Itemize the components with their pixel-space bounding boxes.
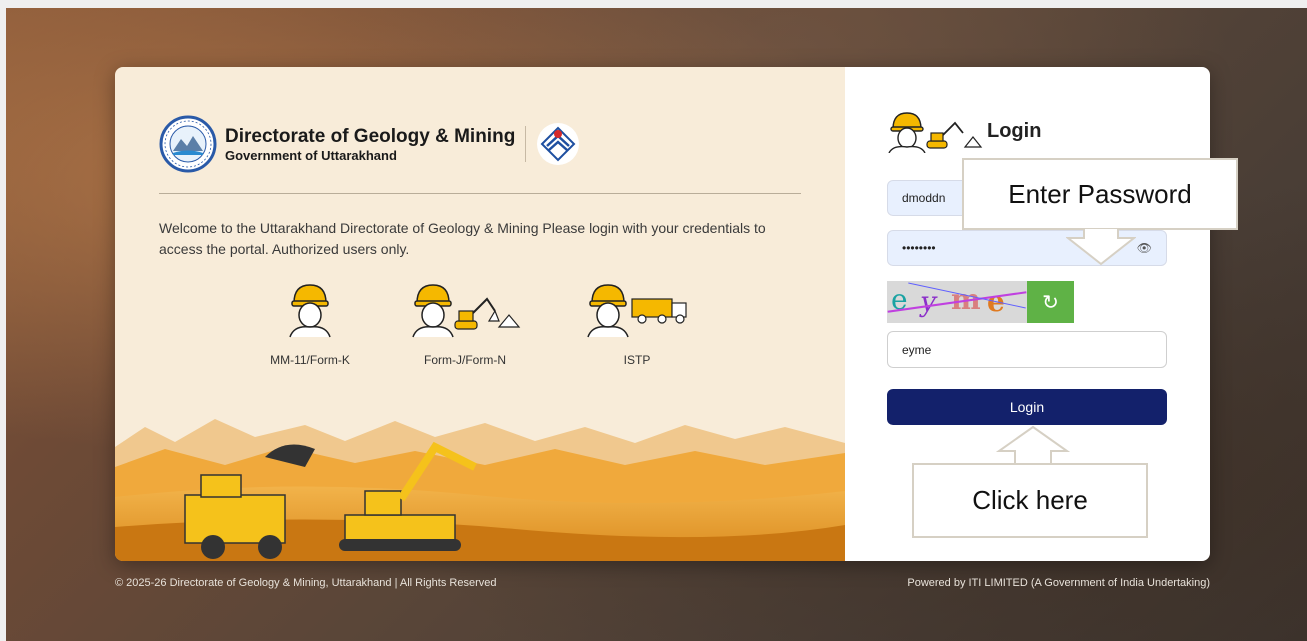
excavator-icon <box>412 284 521 338</box>
captcha-char: y <box>918 285 940 318</box>
login-header: Login <box>887 109 1041 153</box>
role-label: ISTP <box>623 353 651 367</box>
brand-separator <box>525 126 527 162</box>
password-value: •••••••• <box>902 241 936 255</box>
mining-scene-illustration <box>115 419 845 561</box>
captcha-image: e y m e <box>887 281 1027 323</box>
top-border <box>0 0 1307 8</box>
brand-title: Directorate of Geology & Mining <box>225 125 516 147</box>
captcha-input-value: eyme <box>902 342 932 357</box>
click-hint-callout: Click here <box>912 463 1148 538</box>
miner-helmet-icon <box>289 284 331 338</box>
brand-header: Directorate of Geology & Mining Governme… <box>159 115 580 173</box>
role-options: MM-11/Form-K Form-J/Form-N ISTP <box>115 277 845 387</box>
welcome-text: Welcome to the Uttarakhand Directorate o… <box>159 220 766 257</box>
copyright-text: © 2025-26 Directorate of Geology & Minin… <box>115 577 497 589</box>
refresh-captcha-button[interactable]: ↻ <box>1027 281 1074 323</box>
role-form-j-form-n[interactable]: Form-J/Form-N <box>405 277 525 367</box>
excavator-icon <box>888 112 983 153</box>
uttarakhand-logo-icon <box>537 123 580 165</box>
password-hint-callout: Enter Password <box>962 158 1238 230</box>
powered-by-text: Powered by ITI LIMITED (A Government of … <box>907 577 1210 589</box>
username-value: dmoddn <box>902 191 946 205</box>
brand-text: Directorate of Geology & Mining Governme… <box>225 126 515 163</box>
role-istp[interactable]: ISTP <box>582 277 692 367</box>
header-divider <box>159 193 801 194</box>
up-arrow-icon <box>995 425 1071 465</box>
login-title: Login <box>987 119 1042 142</box>
brand-subtitle: Government of Uttarakhand <box>225 147 397 163</box>
info-panel: Directorate of Geology & Mining Governme… <box>115 67 845 561</box>
role-label: MM-11/Form-K <box>270 353 350 367</box>
role-label: Form-J/Form-N <box>424 353 506 367</box>
left-border <box>0 0 6 641</box>
password-hint-text: Enter Password <box>1008 178 1192 209</box>
role-mm11-form-k[interactable]: MM-11/Form-K <box>255 277 365 367</box>
truck-icon <box>587 284 687 338</box>
captcha-row: e y m e ↻ <box>887 281 1074 323</box>
down-arrow-icon <box>1066 228 1136 266</box>
dgm-emblem-icon <box>159 115 217 173</box>
click-hint-text: Click here <box>972 485 1088 515</box>
refresh-icon: ↻ <box>1042 290 1059 314</box>
captcha-input[interactable]: eyme <box>887 331 1167 368</box>
eye-slash-icon[interactable]: 👁 <box>1137 241 1152 255</box>
login-button[interactable]: Login <box>887 389 1167 425</box>
